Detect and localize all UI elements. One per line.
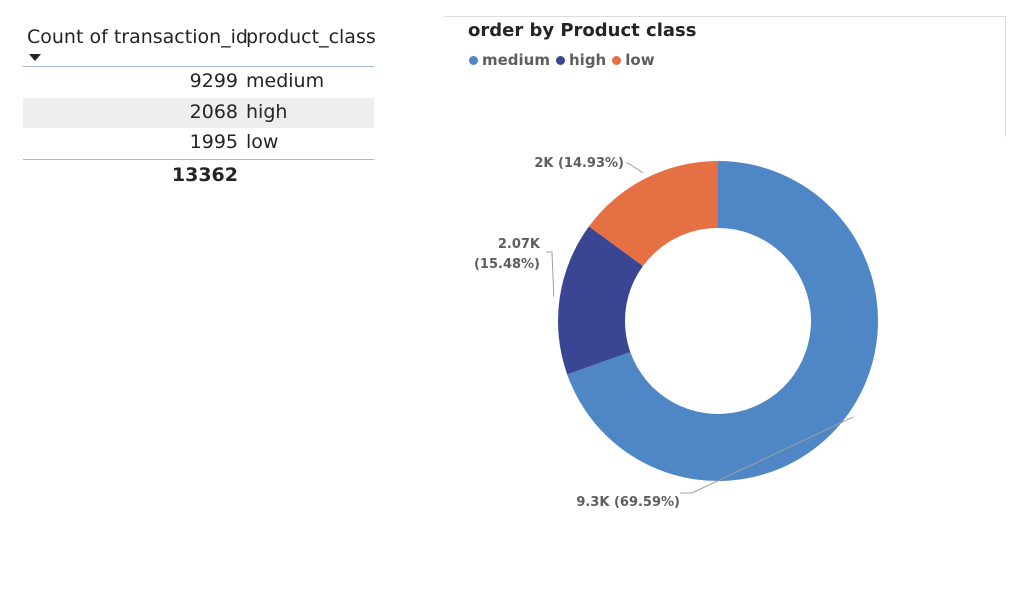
data-label-low: 2K (14.93%): [534, 156, 624, 171]
leader-line-low: [626, 162, 644, 174]
data-label-high: 2.07K: [498, 237, 541, 252]
data-label-medium: 9.3K (69.59%): [576, 495, 680, 510]
donut-chart: 9.3K (69.59%) 2.07K (15.48%) 2K (14.93%): [474, 156, 878, 510]
data-label-high: (15.48%): [474, 257, 540, 272]
leader-line-high: [546, 251, 555, 297]
